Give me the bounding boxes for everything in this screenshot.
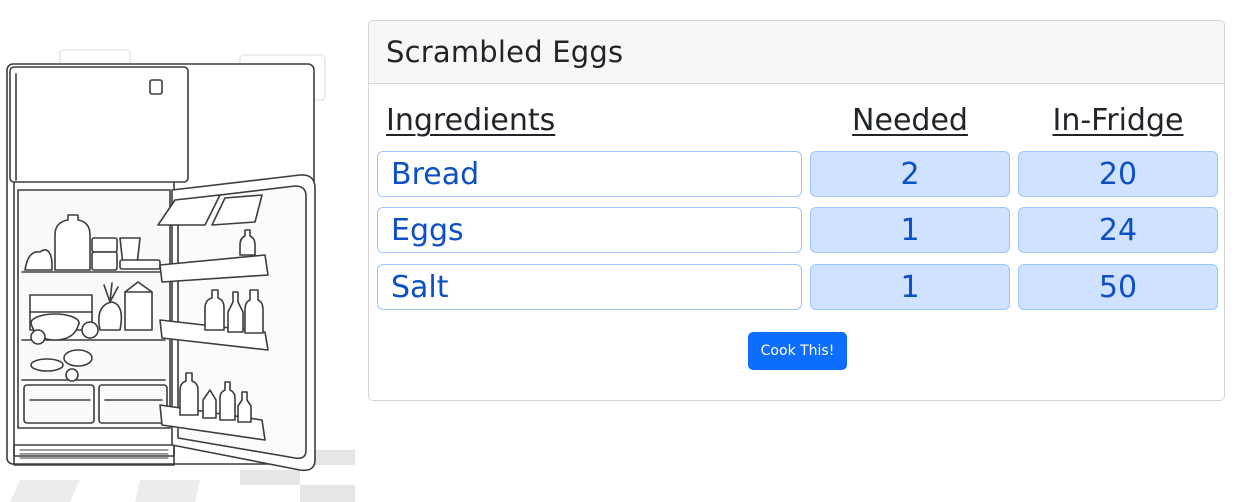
in-fridge-column-header: In-Fridge bbox=[1052, 103, 1184, 138]
cook-this-button[interactable]: Cook This! bbox=[748, 332, 847, 370]
open-fridge-illustration bbox=[6, 49, 355, 502]
recipe-title: Scrambled Eggs bbox=[386, 35, 624, 69]
recipe-card: Scrambled Eggs Ingredients Needed In-Fri… bbox=[368, 20, 1225, 401]
in-fridge-quantity-bread: 20 bbox=[1018, 151, 1218, 197]
ingredients-column-header: Ingredients bbox=[386, 103, 556, 138]
needed-quantity-salt: 1 bbox=[810, 264, 1010, 310]
ingredient-name-eggs: Eggs bbox=[377, 207, 802, 253]
needed-column-header: Needed bbox=[852, 103, 968, 138]
ingredient-name-salt: Salt bbox=[377, 264, 802, 310]
needed-quantity-bread: 2 bbox=[810, 151, 1010, 197]
in-fridge-quantity-eggs: 24 bbox=[1018, 207, 1218, 253]
recipe-card-header: Scrambled Eggs bbox=[369, 21, 1224, 84]
needed-quantity-eggs: 1 bbox=[810, 207, 1010, 253]
in-fridge-quantity-salt: 50 bbox=[1018, 264, 1218, 310]
ingredient-name-bread: Bread bbox=[377, 151, 802, 197]
